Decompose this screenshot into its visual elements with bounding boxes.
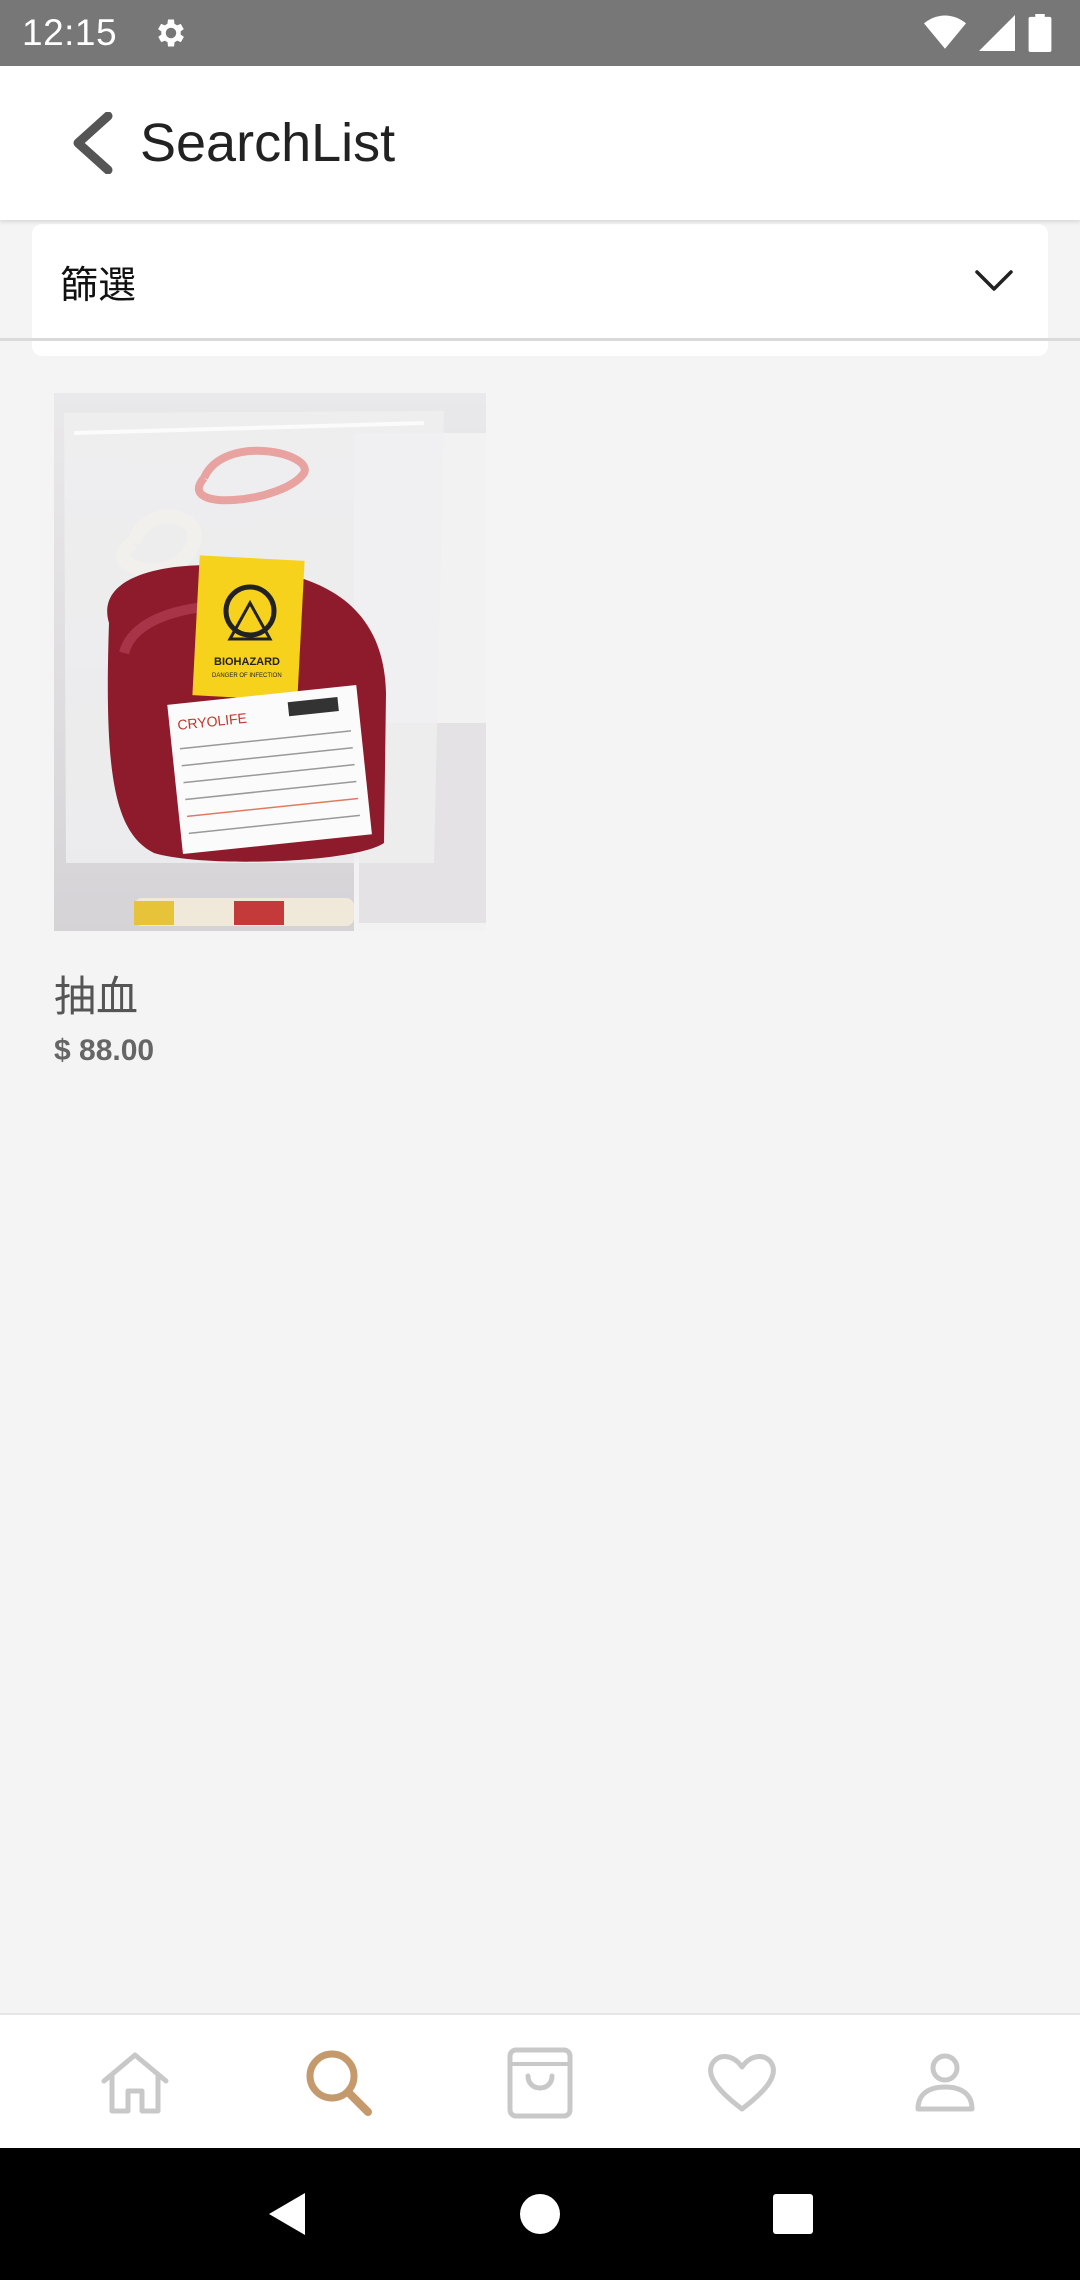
status-time: 12:15 [22, 12, 118, 53]
gear-icon [158, 19, 184, 47]
back-button[interactable] [46, 98, 136, 188]
nav-search[interactable] [288, 2032, 388, 2132]
chevron-down-icon [975, 270, 1013, 291]
chevron-left-icon [73, 112, 113, 174]
battery-icon [1028, 14, 1052, 52]
back-triangle-icon [268, 2193, 305, 2235]
biohazard-text: BIOHAZARD [214, 656, 280, 668]
filter-label: 篩選 [60, 264, 137, 307]
bottom-nav [0, 2013, 1080, 2148]
wifi-icon [924, 15, 966, 49]
filter-divider [0, 338, 1080, 341]
recents-square-icon [773, 2194, 814, 2234]
product-name: 抽血 [54, 973, 139, 1020]
system-back-button[interactable] [247, 2174, 327, 2254]
blood-bag-image: BIOHAZARD DANGER OF INFECTION CRYOLIFE [64, 411, 486, 931]
shopping-bag-icon [507, 2047, 573, 2118]
filter-dropdown[interactable]: 篩選 [32, 224, 1048, 338]
system-nav-bar [0, 2148, 1080, 2280]
search-icon [306, 2050, 372, 2116]
filter-container: 篩選 [32, 224, 1048, 356]
home-circle-icon [519, 2194, 560, 2234]
system-recents-button[interactable] [753, 2174, 833, 2254]
status-bar: 12:15 [0, 0, 1080, 66]
app-bar: SearchList [0, 66, 1080, 220]
product-card[interactable]: BIOHAZARD DANGER OF INFECTION CRYOLIFE 抽… [54, 393, 486, 1068]
product-price: $ 88.00 [54, 1034, 155, 1067]
system-home-button[interactable] [500, 2174, 580, 2254]
heart-icon [708, 2053, 777, 2111]
nav-profile[interactable] [895, 2032, 995, 2132]
nav-cart[interactable] [490, 2032, 590, 2132]
home-icon [101, 2052, 169, 2113]
screen: 12:15 SearchList 篩選 BIOHAZARD DANGER OF … [0, 0, 1080, 2280]
page-title: SearchList [140, 113, 396, 173]
nav-home[interactable] [85, 2032, 185, 2132]
product-image: BIOHAZARD DANGER OF INFECTION CRYOLIFE [54, 393, 486, 931]
status-icons [924, 0, 1052, 66]
biohazard-subtext: DANGER OF INFECTION [212, 673, 282, 679]
signal-icon [979, 15, 1015, 51]
profile-icon [915, 2053, 975, 2111]
nav-favorites[interactable] [692, 2032, 792, 2132]
